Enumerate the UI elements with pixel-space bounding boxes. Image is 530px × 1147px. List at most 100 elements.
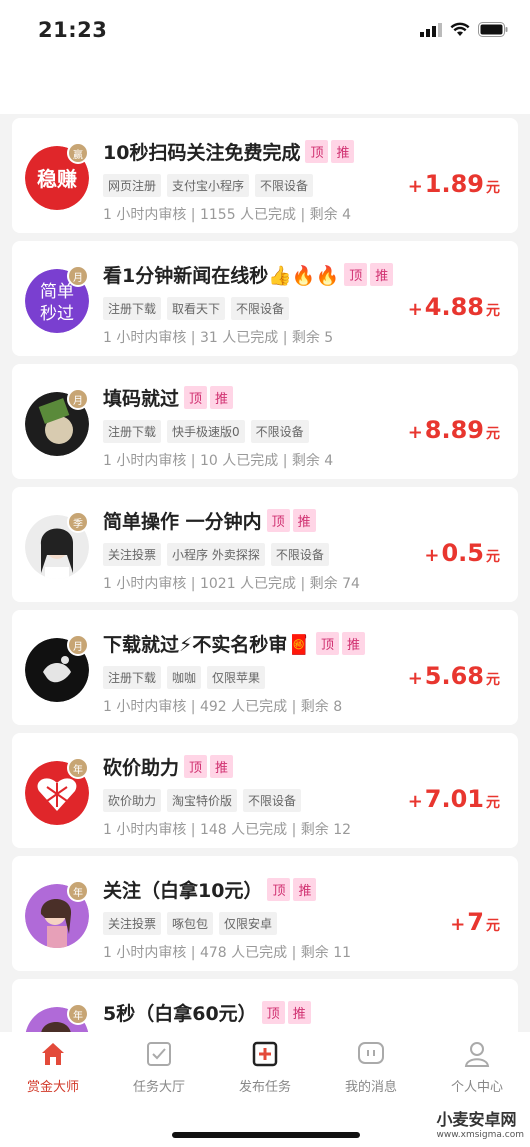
task-title-text: 10秒扫码关注免费完成 [103, 142, 301, 164]
price-value: 7 [467, 908, 484, 936]
price-plus: + [424, 545, 440, 566]
task-tag: 支付宝小程序 [167, 174, 250, 197]
profile-icon [464, 1042, 490, 1067]
header-area [0, 64, 530, 114]
task-tag: 小程序 外卖探探 [167, 543, 265, 566]
level-badge: 赢 [67, 142, 89, 164]
price-unit: 元 [486, 918, 500, 934]
task-price: +7 元 [450, 908, 500, 936]
price-value: 0.5 [441, 539, 484, 567]
tag-recommend: 推 [210, 755, 234, 778]
task-title-text: 5秒（白拿60元） [103, 1003, 257, 1025]
task-tag: 注册下载 [103, 297, 162, 320]
price-plus: + [407, 791, 423, 812]
task-card[interactable]: 月填码就过顶推注册下载 快手极速版0 不限设备 1 小时内审核 | 10 人已完成 |… [12, 364, 518, 479]
task-tags: 注册下载 快手极速版0 不限设备 [103, 420, 309, 443]
task-tags: 关注投票 啄包包 仅限安卓 [103, 912, 278, 935]
task-meta: 1 小时内审核 | 1021 人已完成 | 剩余 74 [103, 576, 360, 592]
task-tag: 砍价助力 [103, 789, 162, 812]
tag-recommend: 推 [287, 1001, 311, 1024]
price-unit: 元 [486, 303, 500, 319]
task-tag: 注册下载 [103, 420, 162, 443]
price-plus: + [407, 422, 423, 443]
message-icon [358, 1042, 384, 1064]
task-card[interactable]: 简单 秒过 月看1分钟新闻在线秒👍🔥🔥 顶推注册下载 取看天下 不限设备 1 小时内审核 |… [12, 241, 518, 356]
price-unit: 元 [486, 795, 500, 811]
task-tags: 注册下载 咖咖 仅限苹果 [103, 666, 266, 689]
task-card[interactable]: 年 5秒（白拿60元）顶推 [12, 979, 518, 1032]
task-title-text: 简单操作 一分钟内 [103, 511, 262, 533]
tag-recommend: 推 [292, 509, 316, 532]
task-tag: 不限设备 [243, 789, 302, 812]
task-meta: 1 小时内审核 | 492 人已完成 | 剩余 8 [103, 699, 343, 715]
nav-home-label: 赏金大师 [26, 1080, 79, 1095]
signal-icon [420, 22, 442, 37]
watermark-url: www.xmsigma.com [436, 1130, 524, 1140]
task-title: 填码就过顶推 [103, 384, 234, 411]
level-badge: 年 [67, 1003, 89, 1025]
task-title: 下载就过⚡不实名秒审🧧 顶推 [103, 630, 366, 657]
task-tag: 淘宝特价版 [167, 789, 238, 812]
battery-icon [478, 22, 508, 37]
nav-task-hall-label: 任务大厅 [132, 1080, 185, 1095]
tag-recommend: 推 [370, 263, 394, 286]
home-indicator[interactable] [172, 1132, 360, 1138]
task-meta: 1 小时内审核 | 1155 人已完成 | 剩余 4 [103, 207, 352, 223]
level-badge: 季 [67, 511, 89, 533]
watermark: 小麦安卓网 www.xmsigma.com [437, 1106, 524, 1140]
nav-messages-label: 我的消息 [344, 1080, 397, 1095]
level-badge: 月 [67, 388, 89, 410]
task-title: 看1分钟新闻在线秒👍🔥🔥 顶推 [103, 261, 394, 288]
task-list[interactable]: 稳赚赢 10秒扫码关注免费完成顶推网页注册 支付宝小程序 不限设备 1 小时内审核 | … [12, 118, 518, 1032]
nav-task-hall[interactable]: 任务大厅 [109, 1040, 209, 1095]
level-badge: 月 [67, 634, 89, 656]
task-tag: 不限设备 [250, 420, 309, 443]
nav-publish[interactable]: 发布任务 [215, 1040, 315, 1095]
task-card[interactable]: 年关注（白拿10元）顶推关注投票 啄包包 仅限安卓 1 小时内审核 | 478 人已完… [12, 856, 518, 971]
nav-publish-label: 发布任务 [238, 1080, 291, 1095]
price-unit: 元 [486, 426, 500, 442]
task-card[interactable]: 稳赚 赢 10秒扫码关注免费完成顶推网页注册 支付宝小程序 不限设备 1 小时内审核 | … [12, 118, 518, 233]
price-value: 7.01 [424, 785, 484, 813]
tag-top: 顶 [305, 140, 329, 163]
task-card[interactable]: 月下载就过⚡不实名秒审🧧 顶推注册下载 咖咖 仅限苹果 1 小时内审核 | 492 人已… [12, 610, 518, 725]
tag-top: 顶 [261, 1001, 285, 1024]
task-tags: 网页注册 支付宝小程序 不限设备 [103, 174, 314, 197]
level-badge: 年 [67, 757, 89, 779]
task-tag: 快手极速版0 [167, 420, 245, 443]
tag-top: 顶 [184, 755, 208, 778]
nav-profile[interactable]: 个人中心 [427, 1040, 527, 1095]
task-card[interactable]: 季简单操作 一分钟内顶推关注投票 小程序 外卖探探 不限设备 1 小时内审核 | 10… [12, 487, 518, 602]
status-time: 21:23 [38, 18, 108, 42]
status-bar: 21:23 [0, 0, 530, 64]
task-title-text: 关注（白拿10元） [103, 880, 263, 902]
tag-recommend: 推 [342, 632, 366, 655]
task-price: +4.88 元 [408, 293, 500, 321]
nav-profile-label: 个人中心 [450, 1080, 503, 1095]
task-title: 简单操作 一分钟内顶推 [103, 507, 316, 534]
svg-text:稳赚: 稳赚 [37, 167, 77, 191]
task-tags: 注册下载 取看天下 不限设备 [103, 297, 290, 320]
task-card[interactable]: 年砍价助力顶推砍价助力 淘宝特价版 不限设备 1 小时内审核 | 148 人已完成 |… [12, 733, 518, 848]
task-tags: 关注投票 小程序 外卖探探 不限设备 [103, 543, 329, 566]
task-meta: 1 小时内审核 | 148 人已完成 | 剩余 12 [103, 822, 352, 838]
price-value: 4.88 [424, 293, 484, 321]
tag-top: 顶 [184, 386, 208, 409]
publish-plus-icon [252, 1041, 278, 1067]
task-tag: 啄包包 [167, 912, 214, 935]
watermark-title: 小麦安卓网 [436, 1110, 517, 1129]
task-title: 5秒（白拿60元）顶推 [103, 999, 311, 1026]
task-tag: 取看天下 [167, 297, 226, 320]
task-title-text: 填码就过 [103, 388, 180, 410]
task-price: +0.5 元 [424, 539, 500, 567]
task-meta: 1 小时内审核 | 10 人已完成 | 剩余 4 [103, 453, 334, 469]
wifi-icon [450, 22, 470, 36]
task-tag: 网页注册 [103, 174, 162, 197]
task-tag: 仅限安卓 [219, 912, 278, 935]
nav-messages[interactable]: 我的消息 [321, 1040, 421, 1095]
task-meta: 1 小时内审核 | 478 人已完成 | 剩余 11 [103, 945, 352, 961]
svg-text:简单: 简单 [40, 282, 74, 302]
tag-recommend: 推 [210, 386, 234, 409]
nav-home[interactable]: 赏金大师 [3, 1040, 103, 1095]
tag-recommend: 推 [293, 878, 317, 901]
